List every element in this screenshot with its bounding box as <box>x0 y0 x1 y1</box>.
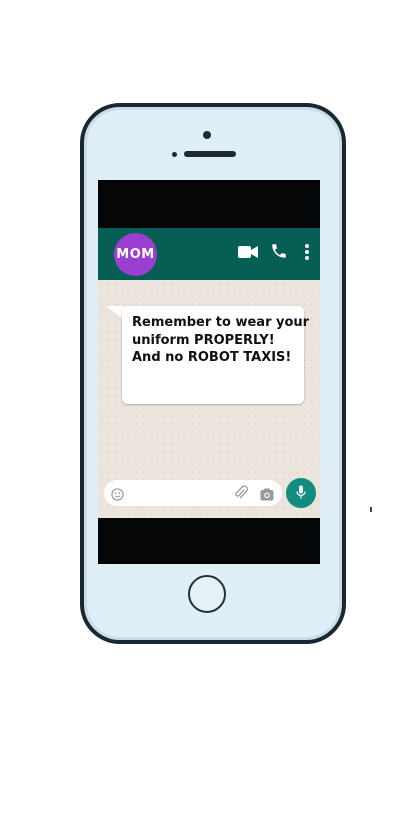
phone-screen: MOM Remember to wear your uniform PROPER… <box>98 180 320 564</box>
front-sensor-dot <box>203 131 211 139</box>
chat-app: MOM Remember to wear your uniform PROPER… <box>98 228 320 518</box>
message-input[interactable] <box>128 485 226 500</box>
video-call-icon[interactable] <box>238 244 258 263</box>
microphone-icon <box>296 484 306 503</box>
paperclip-icon[interactable] <box>234 485 248 504</box>
contact-avatar[interactable]: MOM <box>114 233 157 276</box>
phone-call-icon[interactable] <box>270 242 288 264</box>
message-line: uniform PROPERLY! <box>132 332 275 348</box>
more-vert-icon[interactable] <box>304 243 310 265</box>
camera-icon[interactable] <box>260 486 274 505</box>
message-input-bar <box>104 480 282 506</box>
contact-name: MOM <box>116 247 155 262</box>
voice-message-button[interactable] <box>286 478 316 508</box>
chat-header: MOM <box>98 228 320 280</box>
message-line: Remember to wear your <box>132 315 310 330</box>
front-camera <box>172 152 177 157</box>
home-button[interactable] <box>188 575 226 613</box>
incoming-message-bubble[interactable]: Remember to wear your uniform PROPERLY! … <box>122 306 310 404</box>
image-artifact <box>370 507 372 512</box>
chat-area: Remember to wear your uniform PROPERLY! … <box>98 280 320 518</box>
earpiece-speaker <box>184 151 236 157</box>
emoji-icon[interactable] <box>111 486 124 505</box>
message-line: And no ROBOT TAXIS! <box>132 350 292 365</box>
